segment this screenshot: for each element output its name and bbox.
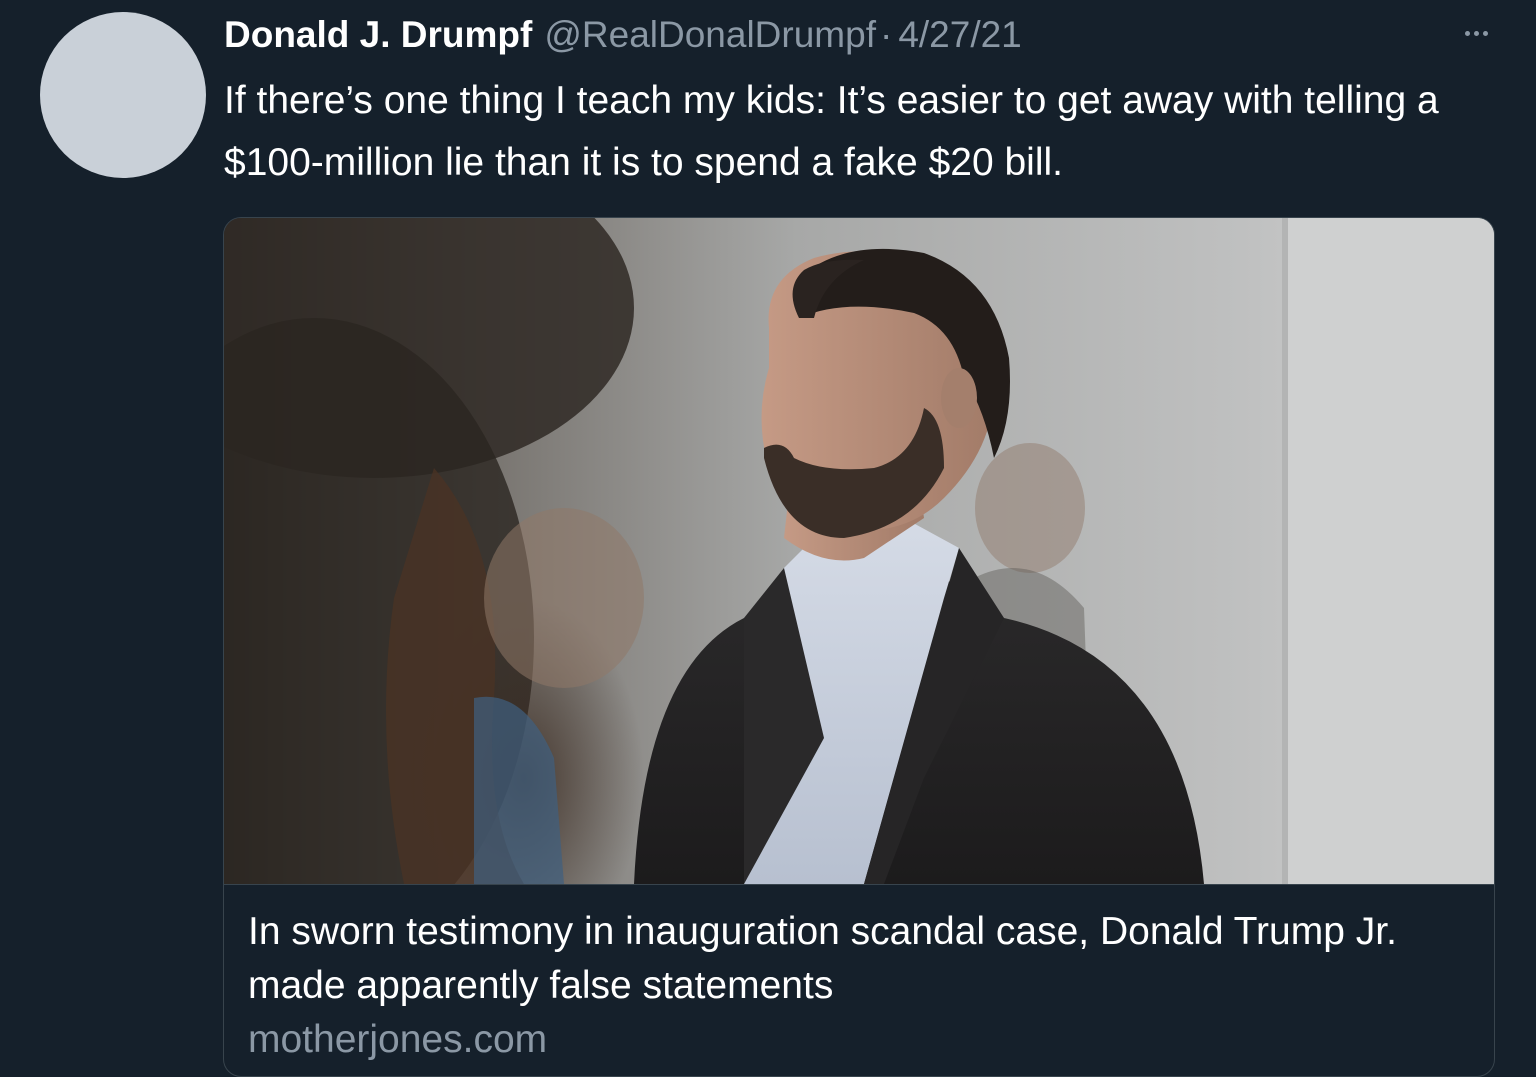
more-dot xyxy=(1464,30,1470,36)
card-photo-illustration xyxy=(224,218,1494,884)
tweet[interactable]: Donald J. Drumpf @RealDonalDrumpf · 4/27… xyxy=(0,0,1536,1077)
header-separator: · xyxy=(879,14,893,55)
tweet-date[interactable]: 4/27/21 xyxy=(898,10,1021,60)
tweet-header: Donald J. Drumpf @RealDonalDrumpf · 4/27… xyxy=(224,10,1022,60)
more-dot xyxy=(1473,30,1479,36)
more-dot xyxy=(1482,30,1488,36)
card-title[interactable]: In sworn testimony in inauguration scand… xyxy=(248,905,1428,1013)
tweet-text: If there’s one thing I teach my kids: It… xyxy=(224,79,1439,184)
more-horizontal-icon[interactable] xyxy=(1456,18,1496,48)
link-card[interactable]: In sworn testimony in inauguration scand… xyxy=(223,217,1495,1077)
card-domain: motherjones.com xyxy=(248,1018,548,1061)
author-display-name[interactable]: Donald J. Drumpf xyxy=(224,10,532,60)
card-photo[interactable] xyxy=(224,218,1494,884)
card-body[interactable]: In sworn testimony in inauguration scand… xyxy=(224,884,1494,1076)
author-handle[interactable]: @RealDonalDrumpf xyxy=(544,10,876,60)
avatar[interactable] xyxy=(40,12,206,178)
